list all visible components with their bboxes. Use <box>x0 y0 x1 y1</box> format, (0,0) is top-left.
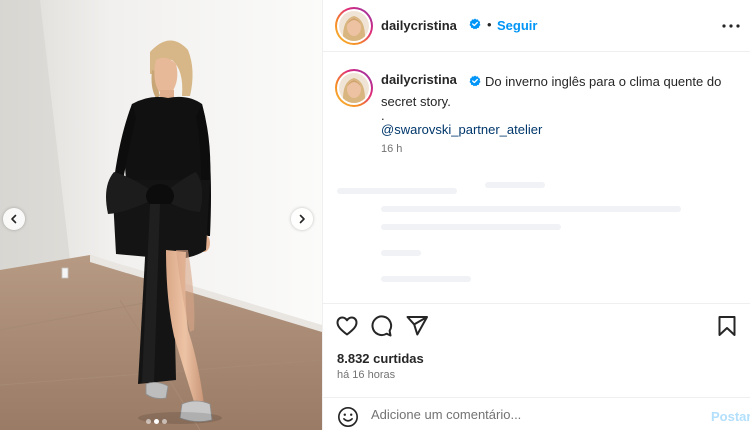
action-bar <box>323 303 750 347</box>
post-comment-button[interactable]: Postar <box>711 409 750 424</box>
follow-button[interactable]: Seguir <box>497 18 537 33</box>
caption-mention-link[interactable]: @swarovski_partner_atelier <box>381 122 542 137</box>
carousel-dot <box>162 419 167 424</box>
post-sidebar: dailycristina • Seguir dailycristina Do … <box>322 0 750 430</box>
blurred-comment <box>381 224 561 230</box>
verified-badge-icon <box>469 18 481 30</box>
heart-icon[interactable] <box>335 314 359 338</box>
blurred-comment <box>381 276 471 282</box>
blurred-comment <box>485 182 545 188</box>
caption-timestamp[interactable]: 16 h <box>381 143 402 155</box>
author-avatar[interactable] <box>335 7 373 45</box>
avatar-image <box>339 73 369 103</box>
carousel-indicator <box>146 419 167 424</box>
smiley-icon[interactable] <box>337 406 359 428</box>
caption-author-avatar[interactable] <box>335 69 373 107</box>
comments-area <box>335 178 735 288</box>
caption-dot-line: . <box>381 108 385 123</box>
more-options-button[interactable] <box>718 13 744 39</box>
more-options-icon <box>722 24 740 28</box>
post-timestamp[interactable]: há 16 horas <box>337 369 395 381</box>
post-header: dailycristina • Seguir <box>323 0 750 52</box>
likes-count[interactable]: 8.832 curtidas <box>337 351 424 366</box>
post-photo <box>0 0 322 430</box>
comment-input[interactable] <box>371 407 671 422</box>
caption-text: Do inverno inglês para o clima quente do… <box>381 74 722 109</box>
header-username[interactable]: dailycristina <box>381 18 457 33</box>
carousel-next-button[interactable] <box>291 208 313 230</box>
chevron-right-icon <box>299 214 305 224</box>
chevron-left-icon <box>11 214 17 224</box>
carousel-prev-button[interactable] <box>3 208 25 230</box>
paper-plane-icon[interactable] <box>405 314 429 338</box>
blurred-comment <box>337 188 457 194</box>
bookmark-icon[interactable] <box>715 314 739 338</box>
header-separator: • <box>487 17 492 32</box>
blurred-comment <box>381 250 421 256</box>
comment-bar: Postar <box>323 397 750 430</box>
blurred-comment <box>381 206 681 212</box>
avatar-image <box>339 11 369 41</box>
post-media[interactable] <box>0 0 322 430</box>
carousel-dot <box>146 419 151 424</box>
carousel-dot-active <box>154 419 159 424</box>
comment-bubble-icon[interactable] <box>369 314 393 338</box>
instagram-post: dailycristina • Seguir dailycristina Do … <box>0 0 750 430</box>
